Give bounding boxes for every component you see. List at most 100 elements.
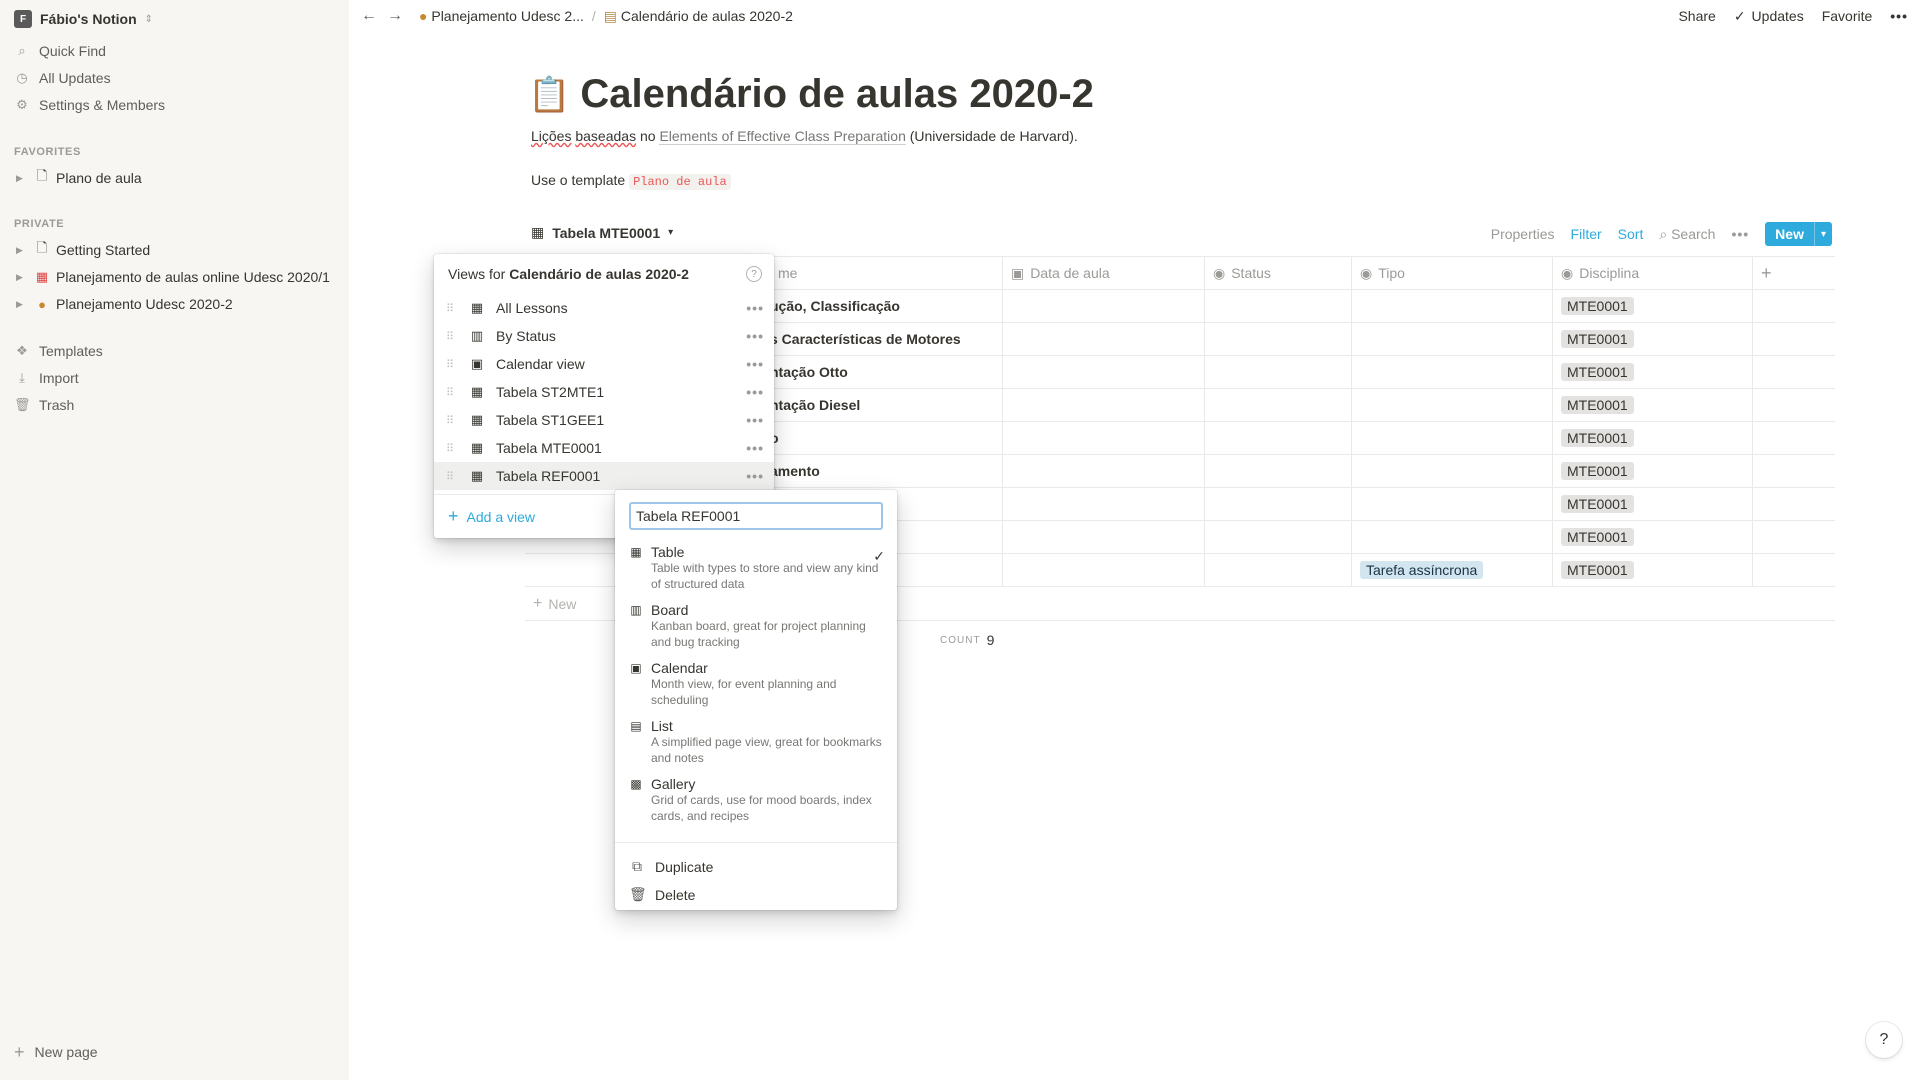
- cell-status[interactable]: [1205, 554, 1352, 586]
- cell-tipo[interactable]: [1352, 422, 1553, 454]
- expand-triangle-icon[interactable]: ▶: [16, 272, 28, 283]
- sidebar-item-planejamento-2020-2[interactable]: ▶ ● Planejamento Udesc 2020-2: [16, 293, 233, 315]
- favorite-button[interactable]: Favorite: [1822, 8, 1873, 24]
- view-type-table[interactable]: ▦ Table Table with types to store and vie…: [629, 544, 883, 592]
- breadcrumb-item[interactable]: ▤ Calendário de aulas 2020-2: [604, 8, 793, 25]
- back-arrow-icon[interactable]: ←: [361, 7, 377, 25]
- expand-triangle-icon[interactable]: ▶: [16, 299, 28, 310]
- cell-date[interactable]: [1003, 356, 1205, 388]
- trash[interactable]: 🗑 Trash: [14, 394, 74, 416]
- cell-date[interactable]: [1003, 422, 1205, 454]
- quick-find[interactable]: ⌕ Quick Find: [14, 40, 106, 62]
- new-page-button[interactable]: + New page: [14, 1032, 98, 1072]
- view-item-all-lessons[interactable]: ⠿ ▦ All Lessons •••: [434, 294, 774, 322]
- more-icon[interactable]: •••: [746, 328, 764, 344]
- column-header-tipo[interactable]: ◉ Tipo: [1352, 257, 1553, 289]
- clipboard-emoji-icon[interactable]: 📋: [528, 75, 570, 115]
- cell-tipo[interactable]: [1352, 455, 1553, 487]
- more-icon[interactable]: •••: [746, 440, 764, 456]
- cell-status[interactable]: [1205, 521, 1352, 553]
- expand-triangle-icon[interactable]: ▶: [16, 245, 28, 256]
- cell-disciplina[interactable]: MTE0001: [1553, 389, 1753, 421]
- search-button[interactable]: ⌕ Search: [1659, 226, 1715, 243]
- cell-date[interactable]: [1003, 323, 1205, 355]
- count-footer[interactable]: COUNT 9: [940, 632, 994, 648]
- cell-tipo[interactable]: [1352, 488, 1553, 520]
- cell-tipo[interactable]: [1352, 389, 1553, 421]
- cell-date[interactable]: [1003, 389, 1205, 421]
- new-label[interactable]: New: [1765, 222, 1814, 246]
- drag-handle-icon[interactable]: ⠿: [446, 442, 462, 455]
- forward-arrow-icon[interactable]: →: [387, 7, 403, 25]
- sort-button[interactable]: Sort: [1618, 226, 1644, 242]
- cell-tipo[interactable]: [1352, 521, 1553, 553]
- cell-disciplina[interactable]: MTE0001: [1553, 554, 1753, 586]
- column-header-status[interactable]: ◉ Status: [1205, 257, 1352, 289]
- duplicate-button[interactable]: ⧉ Duplicate: [629, 858, 713, 875]
- cell-disciplina[interactable]: MTE0001: [1553, 422, 1753, 454]
- cell-status[interactable]: [1205, 455, 1352, 487]
- cell-status[interactable]: [1205, 323, 1352, 355]
- drag-handle-icon[interactable]: ⠿: [446, 386, 462, 399]
- cell-date[interactable]: [1003, 455, 1205, 487]
- cell-tipo[interactable]: [1352, 323, 1553, 355]
- more-icon[interactable]: •••: [746, 468, 764, 484]
- sidebar-item-plano-de-aula[interactable]: ▶ 🗋 Plano de aula: [16, 167, 142, 189]
- column-header-disciplina[interactable]: ◉ Disciplina: [1553, 257, 1753, 289]
- updates-button[interactable]: ✓ Updates: [1734, 8, 1804, 25]
- more-icon[interactable]: •••: [746, 384, 764, 400]
- view-switcher[interactable]: ▦ Tabela MTE0001 ▾: [531, 224, 673, 241]
- cell-tipo[interactable]: [1352, 290, 1553, 322]
- drag-handle-icon[interactable]: ⠿: [446, 470, 462, 483]
- cell-date[interactable]: [1003, 488, 1205, 520]
- cell-date[interactable]: [1003, 554, 1205, 586]
- view-item-mte0001[interactable]: ⠿ ▦ Tabela MTE0001 •••: [434, 434, 774, 462]
- cell-status[interactable]: [1205, 422, 1352, 454]
- more-icon[interactable]: •••: [746, 356, 764, 372]
- help-icon[interactable]: ?: [746, 266, 762, 282]
- sidebar-item-getting-started[interactable]: ▶ 🗋 Getting Started: [16, 239, 150, 261]
- view-name-input[interactable]: [629, 502, 883, 530]
- view-item-st1gee1[interactable]: ⠿ ▦ Tabela ST1GEE1 •••: [434, 406, 774, 434]
- view-type-board[interactable]: ▥ Board Kanban board, great for project p…: [629, 602, 883, 650]
- cell-disciplina[interactable]: MTE0001: [1553, 521, 1753, 553]
- cell-disciplina[interactable]: MTE0001: [1553, 323, 1753, 355]
- harvard-link[interactable]: Elements of Effective Class Preparation: [659, 128, 906, 145]
- drag-handle-icon[interactable]: ⠿: [446, 330, 462, 343]
- cell-date[interactable]: [1003, 521, 1205, 553]
- cell-date[interactable]: [1003, 290, 1205, 322]
- add-view-button[interactable]: + Add a view: [448, 506, 535, 527]
- cell-status[interactable]: [1205, 290, 1352, 322]
- import[interactable]: ⤓ Import: [14, 367, 79, 389]
- view-type-gallery[interactable]: ▩ Gallery Grid of cards, use for mood boa…: [629, 776, 883, 824]
- breadcrumb-item[interactable]: ● Planejamento Udesc 2...: [419, 8, 584, 24]
- drag-handle-icon[interactable]: ⠿: [446, 414, 462, 427]
- settings-members[interactable]: ⚙ Settings & Members: [14, 94, 165, 116]
- template-line[interactable]: Use o template Plano de aula: [531, 172, 731, 190]
- more-icon[interactable]: •••: [746, 412, 764, 428]
- column-header-date[interactable]: ▣ Data de aula: [1003, 257, 1205, 289]
- templates[interactable]: ❖ Templates: [14, 340, 103, 362]
- new-record-button[interactable]: New ▾: [1765, 222, 1832, 246]
- cell-status[interactable]: [1205, 488, 1352, 520]
- view-item-calendar[interactable]: ⠿ ▣ Calendar view •••: [434, 350, 774, 378]
- description-line[interactable]: Lições baseadas no Elements of Effective…: [531, 128, 1078, 145]
- add-column-plus-icon[interactable]: +: [1753, 257, 1835, 289]
- delete-button[interactable]: 🗑 Delete: [629, 886, 695, 903]
- view-item-st2mte1[interactable]: ⠿ ▦ Tabela ST2MTE1 •••: [434, 378, 774, 406]
- expand-triangle-icon[interactable]: ▶: [16, 173, 28, 184]
- chevron-down-icon[interactable]: ▾: [1813, 222, 1832, 246]
- sidebar-item-planejamento-2020-1[interactable]: ▶ ▦ Planejamento de aulas online Udesc 2…: [16, 266, 330, 288]
- drag-handle-icon[interactable]: ⠿: [446, 358, 462, 371]
- view-type-calendar[interactable]: ▣ Calendar Month view, for event planning…: [629, 660, 883, 708]
- db-more-icon[interactable]: •••: [1731, 226, 1749, 242]
- cell-disciplina[interactable]: MTE0001: [1553, 356, 1753, 388]
- page-title[interactable]: 📋 Calendário de aulas 2020-2: [528, 72, 1094, 117]
- view-item-ref0001[interactable]: ⠿ ▦ Tabela REF0001 •••: [434, 462, 774, 490]
- drag-handle-icon[interactable]: ⠿: [446, 302, 462, 315]
- filter-button[interactable]: Filter: [1571, 226, 1602, 242]
- cell-disciplina[interactable]: MTE0001: [1553, 455, 1753, 487]
- help-button[interactable]: ?: [1866, 1022, 1902, 1058]
- more-icon[interactable]: •••: [1890, 8, 1908, 24]
- all-updates[interactable]: ◷ All Updates: [14, 67, 110, 89]
